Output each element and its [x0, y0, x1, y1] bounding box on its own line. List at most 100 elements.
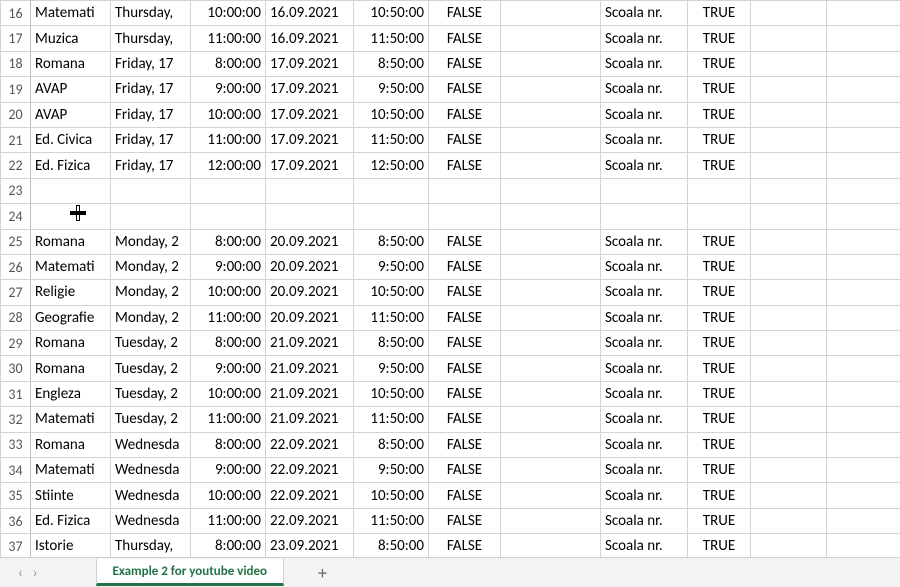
cell-location[interactable]: Scoala nr. [601, 331, 688, 356]
cell-flag1[interactable]: FALSE [429, 331, 501, 356]
cell-empty2[interactable] [751, 534, 827, 557]
cell-empty3[interactable] [827, 432, 900, 457]
cell-empty[interactable] [501, 26, 601, 51]
cell-end-time[interactable]: 12:50:00 [354, 153, 429, 178]
cell-day[interactable]: Tuesday, 2 [111, 407, 191, 432]
cell-flag1[interactable]: FALSE [429, 280, 501, 305]
table-row[interactable]: 22Ed. FizicaFriday, 1712:00:0017.09.2021… [1, 153, 900, 178]
cell-end-time[interactable]: 9:50:00 [354, 356, 429, 381]
cell-end-time[interactable]: 11:50:00 [354, 305, 429, 330]
cell-flag1[interactable]: FALSE [429, 483, 501, 508]
cell-flag2[interactable]: TRUE [688, 26, 751, 51]
cell-day[interactable]: Thursday, [111, 534, 191, 557]
cell-date[interactable]: 21.09.2021 [266, 356, 354, 381]
table-row[interactable]: 29RomanaTuesday, 28:00:0021.09.20218:50:… [1, 331, 900, 356]
cell-flag1[interactable]: FALSE [429, 432, 501, 457]
cell-location[interactable]: Scoala nr. [601, 1, 688, 26]
cell-location[interactable]: Scoala nr. [601, 381, 688, 406]
cell-location[interactable] [601, 204, 688, 229]
add-sheet-button[interactable]: + [308, 562, 337, 584]
cell-empty2[interactable] [751, 26, 827, 51]
row-header[interactable]: 33 [1, 432, 31, 457]
cell-empty3[interactable] [827, 534, 900, 557]
cell-flag2[interactable] [688, 204, 751, 229]
row-header[interactable]: 20 [1, 102, 31, 127]
cell-flag2[interactable]: TRUE [688, 51, 751, 76]
cell-empty[interactable] [501, 331, 601, 356]
table-row[interactable]: 30RomanaTuesday, 29:00:0021.09.20219:50:… [1, 356, 900, 381]
cell-empty[interactable] [501, 483, 601, 508]
cell-empty2[interactable] [751, 407, 827, 432]
cell-start-time[interactable]: 11:00:00 [191, 407, 266, 432]
cell-empty3[interactable] [827, 153, 900, 178]
cell-empty2[interactable] [751, 508, 827, 533]
cell-day[interactable]: Wednesda [111, 458, 191, 483]
cell-subject[interactable]: Religie [31, 280, 111, 305]
cell-subject[interactable]: Romana [31, 432, 111, 457]
cell-empty2[interactable] [751, 51, 827, 76]
cell-end-time[interactable]: 10:50:00 [354, 102, 429, 127]
cell-end-time[interactable]: 8:50:00 [354, 331, 429, 356]
cell-flag1[interactable]: FALSE [429, 1, 501, 26]
table-row[interactable]: 21Ed. CivicaFriday, 1711:00:0017.09.2021… [1, 127, 900, 152]
cell-end-time[interactable]: 11:50:00 [354, 407, 429, 432]
cell-subject[interactable]: AVAP [31, 102, 111, 127]
cell-flag2[interactable]: TRUE [688, 458, 751, 483]
cell-flag1[interactable]: FALSE [429, 407, 501, 432]
cell-empty2[interactable] [751, 331, 827, 356]
row-header[interactable]: 17 [1, 26, 31, 51]
cell-subject[interactable]: Romana [31, 356, 111, 381]
cell-empty2[interactable] [751, 280, 827, 305]
cell-flag1[interactable] [429, 178, 501, 203]
cell-empty3[interactable] [827, 407, 900, 432]
cell-location[interactable]: Scoala nr. [601, 51, 688, 76]
row-header[interactable]: 16 [1, 1, 31, 26]
cell-empty[interactable] [501, 51, 601, 76]
cell-empty2[interactable] [751, 102, 827, 127]
cell-empty2[interactable] [751, 381, 827, 406]
cell-empty[interactable] [501, 534, 601, 557]
cell-location[interactable]: Scoala nr. [601, 305, 688, 330]
cell-end-time[interactable]: 8:50:00 [354, 51, 429, 76]
cell-date[interactable]: 17.09.2021 [266, 127, 354, 152]
cell-flag2[interactable]: TRUE [688, 483, 751, 508]
cell-flag2[interactable]: TRUE [688, 254, 751, 279]
cell-flag2[interactable]: TRUE [688, 432, 751, 457]
cell-location[interactable]: Scoala nr. [601, 432, 688, 457]
row-header[interactable]: 37 [1, 534, 31, 557]
table-row[interactable]: 26MatematiMonday, 29:00:0020.09.20219:50… [1, 254, 900, 279]
cell-location[interactable] [601, 178, 688, 203]
sheet-tab-active[interactable]: Example 2 for youtube video [96, 559, 285, 586]
table-row[interactable]: 34MatematiWednesda9:00:0022.09.20219:50:… [1, 458, 900, 483]
cell-empty3[interactable] [827, 254, 900, 279]
cell-end-time[interactable]: 11:50:00 [354, 127, 429, 152]
cell-day[interactable] [111, 178, 191, 203]
cell-empty3[interactable] [827, 178, 900, 203]
cell-start-time[interactable]: 9:00:00 [191, 356, 266, 381]
cell-flag2[interactable] [688, 178, 751, 203]
cell-day[interactable]: Monday, 2 [111, 229, 191, 254]
cell-flag2[interactable]: TRUE [688, 407, 751, 432]
cell-date[interactable]: 20.09.2021 [266, 229, 354, 254]
cell-start-time[interactable]: 9:00:00 [191, 77, 266, 102]
cell-start-time[interactable]: 8:00:00 [191, 432, 266, 457]
cell-day[interactable]: Wednesda [111, 432, 191, 457]
cell-flag1[interactable]: FALSE [429, 305, 501, 330]
row-header[interactable]: 19 [1, 77, 31, 102]
cell-subject[interactable]: Ed. Civica [31, 127, 111, 152]
cell-date[interactable]: 23.09.2021 [266, 534, 354, 557]
cell-day[interactable] [111, 204, 191, 229]
cell-location[interactable]: Scoala nr. [601, 407, 688, 432]
cell-day[interactable]: Monday, 2 [111, 280, 191, 305]
cell-end-time[interactable]: 9:50:00 [354, 458, 429, 483]
cell-flag2[interactable]: TRUE [688, 280, 751, 305]
cell-date[interactable]: 21.09.2021 [266, 331, 354, 356]
table-row[interactable]: 27ReligieMonday, 210:00:0020.09.202110:5… [1, 280, 900, 305]
cell-date[interactable] [266, 204, 354, 229]
table-row[interactable]: 25RomanaMonday, 28:00:0020.09.20218:50:0… [1, 229, 900, 254]
table-row[interactable]: 35StiinteWednesda10:00:0022.09.202110:50… [1, 483, 900, 508]
cell-flag2[interactable]: TRUE [688, 305, 751, 330]
cell-empty[interactable] [501, 1, 601, 26]
cell-subject[interactable]: Geografie [31, 305, 111, 330]
cell-empty2[interactable] [751, 458, 827, 483]
